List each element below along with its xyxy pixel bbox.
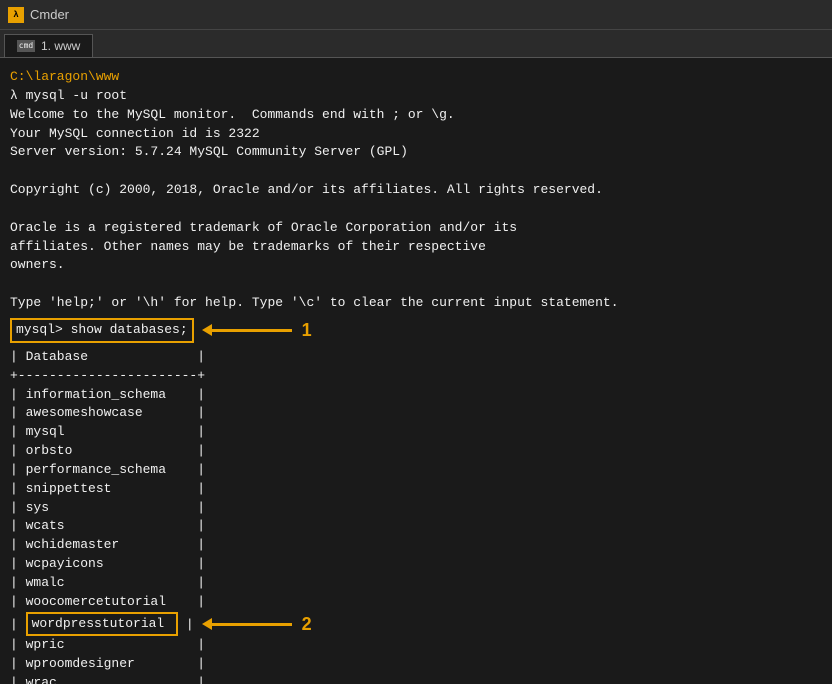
db-row-14: | wproomdesigner | bbox=[10, 655, 822, 674]
arrow-line-1 bbox=[212, 329, 292, 332]
db-highlight-wordpresstutorial: wordpresstutorial bbox=[26, 612, 178, 637]
terminal: C:\laragon\www λ mysql -u root Welcome t… bbox=[0, 58, 832, 684]
welcome-line: Welcome to the MySQL monitor. Commands e… bbox=[10, 106, 822, 125]
db-row-6: | sys | bbox=[10, 499, 822, 518]
db-row-4: | performance_schema | bbox=[10, 461, 822, 480]
mysql-cmd-line: λ mysql -u root bbox=[10, 87, 822, 106]
mysql-prompt-box: mysql> show databases; bbox=[10, 318, 194, 343]
db-row-5: | snippettest | bbox=[10, 480, 822, 499]
db-row-8: | wchidemaster | bbox=[10, 536, 822, 555]
tab-bar: cmd 1. www bbox=[0, 30, 832, 58]
connection-id-line: Your MySQL connection id is 2322 bbox=[10, 125, 822, 144]
db-row-1: | awesomeshowcase | bbox=[10, 404, 822, 423]
oracle-line-1: Oracle is a registered trademark of Orac… bbox=[10, 219, 822, 238]
help-line: Type 'help;' or '\h' for help. Type '\c'… bbox=[10, 294, 822, 313]
app-title: Cmder bbox=[30, 7, 69, 22]
db-highlighted-row: | wordpresstutorial | 2 bbox=[10, 612, 822, 637]
cwd-line: C:\laragon\www bbox=[10, 68, 822, 87]
annotation-1-arrow: 1 bbox=[202, 320, 312, 341]
db-row-13: | wpric | bbox=[10, 636, 822, 655]
annotation-2-num: 2 bbox=[302, 614, 312, 635]
blank-3 bbox=[10, 275, 822, 294]
arrow-line-2 bbox=[212, 623, 292, 626]
oracle-line-2: affiliates. Other names may be trademark… bbox=[10, 238, 822, 257]
annotation-1-num: 1 bbox=[302, 320, 312, 341]
oracle-line-3: owners. bbox=[10, 256, 822, 275]
annotation-2-arrow: 2 bbox=[202, 614, 312, 635]
mysql-prompt-row: mysql> show databases; 1 bbox=[10, 318, 822, 343]
db-header: | Database | bbox=[10, 348, 822, 367]
arrowhead-1 bbox=[202, 324, 212, 336]
db-row-9: | wcpayicons | bbox=[10, 555, 822, 574]
db-row-15: | wrac | bbox=[10, 674, 822, 684]
app-icon: λ bbox=[8, 7, 24, 23]
arrowhead-2 bbox=[202, 618, 212, 630]
title-bar: λ Cmder bbox=[0, 0, 832, 30]
db-row-7: | wcats | bbox=[10, 517, 822, 536]
tab-icon: cmd bbox=[17, 40, 35, 52]
db-row-0: | information_schema | bbox=[10, 386, 822, 405]
db-row-11: | woocomercetutorial | bbox=[10, 593, 822, 612]
db-row-2: | mysql | bbox=[10, 423, 822, 442]
blank-2 bbox=[10, 200, 822, 219]
tab-label: 1. www bbox=[41, 39, 80, 53]
blank-1 bbox=[10, 162, 822, 181]
server-version-line: Server version: 5.7.24 MySQL Community S… bbox=[10, 143, 822, 162]
db-row-3: | orbsto | bbox=[10, 442, 822, 461]
db-row-10: | wmalc | bbox=[10, 574, 822, 593]
tab-www[interactable]: cmd 1. www bbox=[4, 34, 93, 57]
db-sep-top: +-----------------------+ bbox=[10, 367, 822, 386]
copyright-line: Copyright (c) 2000, 2018, Oracle and/or … bbox=[10, 181, 822, 200]
